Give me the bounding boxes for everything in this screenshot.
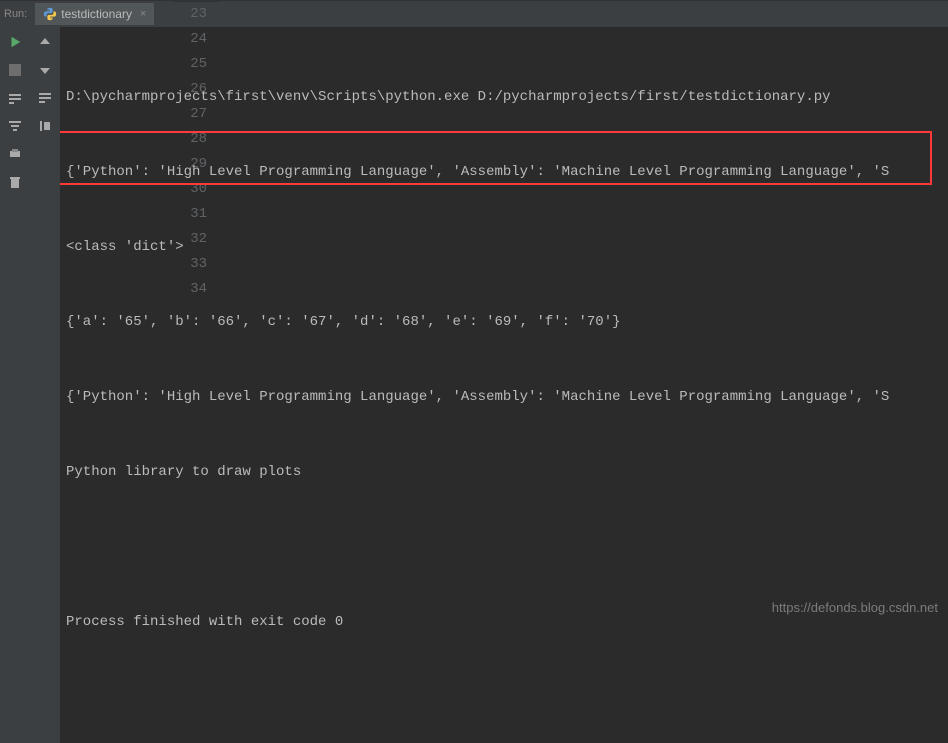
run-label: Run: <box>0 8 35 20</box>
layout-button[interactable] <box>6 89 24 107</box>
run-tab[interactable]: testdictionary × <box>35 3 154 25</box>
console-line: {'Python': 'High Level Programming Langu… <box>66 385 942 410</box>
console-line: Python library to draw plots <box>66 460 942 485</box>
console-line: D:\pycharmprojects\first\venv\Scripts\py… <box>66 85 942 110</box>
close-icon[interactable]: × <box>140 8 146 20</box>
run-toolbar-right <box>30 27 60 743</box>
console-line: {'Python': 'High Level Programming Langu… <box>66 160 942 185</box>
run-tab-label: testdictionary <box>61 7 132 21</box>
python-file-icon <box>43 7 57 21</box>
console-output[interactable]: D:\pycharmprojects\first\venv\Scripts\py… <box>60 27 948 743</box>
stop-button[interactable] <box>6 61 24 79</box>
run-tool-window: Run: testdictionary × <box>0 0 948 743</box>
code-area[interactable]: # create and initialize a dictionary myD… <box>221 0 948 2</box>
scroll-up-button[interactable] <box>36 33 54 51</box>
console-line <box>66 535 942 560</box>
print-button[interactable] <box>6 145 24 163</box>
console-line: {'a': '65', 'b': '66', 'c': '67', 'd': '… <box>66 310 942 335</box>
watermark-text: https://defonds.blog.csdn.net <box>772 600 938 615</box>
line-number: 23 <box>173 2 207 27</box>
scroll-to-end-button[interactable] <box>36 117 54 135</box>
scroll-down-button[interactable] <box>36 61 54 79</box>
run-tab-bar: Run: testdictionary × <box>0 1 948 27</box>
filter-button[interactable] <box>6 117 24 135</box>
run-toolbar-left <box>0 27 30 743</box>
delete-button[interactable] <box>6 173 24 191</box>
rerun-button[interactable] <box>6 33 24 51</box>
line-number-gutter: 23 24 25 26 27 28 29 30 31 32 33 34 <box>173 0 221 2</box>
console-line: <class 'dict'> <box>66 235 942 260</box>
soft-wrap-button[interactable] <box>36 89 54 107</box>
